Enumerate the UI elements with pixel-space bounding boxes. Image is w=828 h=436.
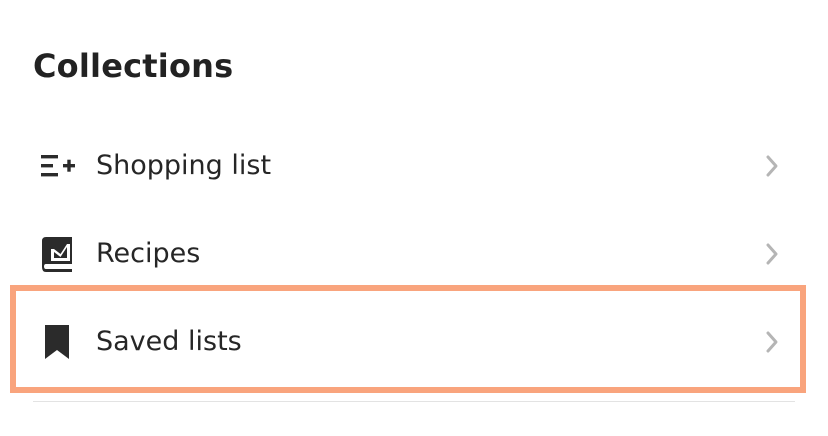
bookmark-icon — [36, 321, 78, 363]
recipe-book-icon — [36, 233, 78, 275]
collection-item-label: Recipes — [96, 238, 201, 269]
collection-item-label: Saved lists — [96, 326, 242, 357]
chevron-right-icon — [762, 328, 782, 356]
collection-item-recipes[interactable]: Recipes — [22, 218, 792, 290]
divider — [33, 401, 795, 402]
section-title: Collections — [33, 47, 234, 85]
chevron-right-icon — [762, 240, 782, 268]
collection-item-shopping-list[interactable]: Shopping list — [22, 130, 792, 202]
list-add-icon — [36, 145, 78, 187]
chevron-right-icon — [762, 152, 782, 180]
collection-item-saved-lists[interactable]: Saved lists — [22, 306, 792, 378]
collection-item-label: Shopping list — [96, 150, 272, 181]
